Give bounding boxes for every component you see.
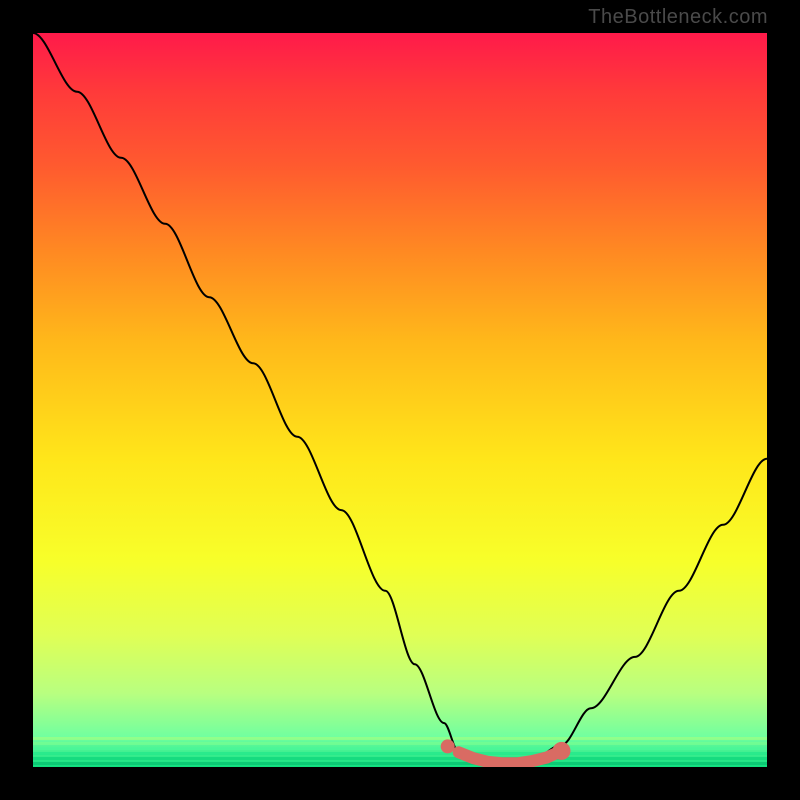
plot-area [33, 33, 767, 767]
heat-gradient-background [33, 33, 767, 767]
chart-frame: TheBottleneck.com [0, 0, 800, 800]
watermark-text: TheBottleneck.com [588, 6, 768, 29]
